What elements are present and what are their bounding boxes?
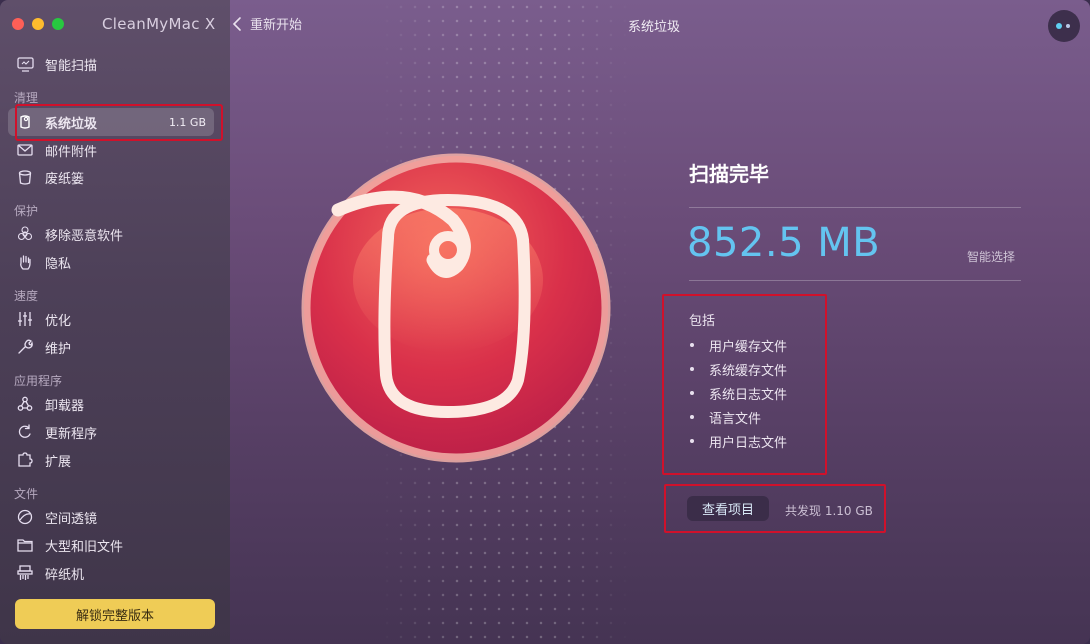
found-total: 共发现 1.10 GB: [785, 504, 873, 518]
section-label-files: 文件: [14, 487, 39, 501]
sidebar-item-label: 智能扫描: [45, 58, 98, 74]
divider: [689, 280, 1021, 281]
update-icon: [16, 423, 34, 441]
sidebar-item-label: 卸载器: [45, 398, 85, 414]
mail-icon: [16, 141, 34, 159]
list-item: 语言文件: [689, 405, 787, 429]
main-panel: 重新开始 系统垃圾 扫描完毕 852.5 MB 智能选择 包括 用户缓存文件 系…: [230, 0, 1090, 644]
list-item: 用户日志文件: [689, 429, 787, 453]
folder-icon: [16, 536, 34, 554]
biohazard-icon: [16, 225, 34, 243]
unlock-full-version-button[interactable]: 解锁完整版本: [15, 599, 215, 629]
review-details-button[interactable]: 查看项目: [687, 496, 769, 521]
bullet: [690, 415, 694, 419]
sidebar-item-label: 优化: [45, 313, 72, 329]
sidebar-item-smart-scan[interactable]: 智能扫描: [8, 50, 214, 78]
sidebar-item-label: 更新程序: [45, 426, 98, 442]
zoom-window-button[interactable]: [52, 18, 64, 30]
list-item-label: 用户日志文件: [709, 435, 788, 451]
sidebar-item-shredder[interactable]: 碎纸机: [8, 559, 214, 587]
chevron-left-icon: [232, 16, 241, 31]
lens-icon: [16, 508, 34, 526]
hand-icon: [16, 253, 34, 271]
sidebar-item-uninstaller[interactable]: 卸载器: [8, 390, 214, 418]
sidebar: CleanMyMac X 智能扫描 清理 系统垃圾 1.1 GB 邮件附件 废纸…: [0, 0, 230, 644]
minimize-window-button[interactable]: [32, 18, 44, 30]
app-title: CleanMyMac X: [102, 15, 216, 33]
list-item-label: 系统缓存文件: [709, 363, 788, 379]
shredder-icon: [16, 564, 34, 582]
sidebar-item-label: 空间透镜: [45, 511, 98, 527]
system-junk-logo: [301, 153, 611, 463]
assistant-button[interactable]: [1048, 10, 1080, 42]
sidebar-item-malware-removal[interactable]: 移除恶意软件: [8, 220, 214, 248]
bullet: [690, 439, 694, 443]
sidebar-item-label: 大型和旧文件: [45, 539, 124, 555]
sidebar-item-optimization[interactable]: 优化: [8, 305, 214, 333]
highlight-box-system-junk: [15, 104, 223, 141]
sidebar-item-privacy[interactable]: 隐私: [8, 248, 214, 276]
divider: [689, 207, 1021, 208]
includes-list: 用户缓存文件 系统缓存文件 系统日志文件 语言文件 用户日志文件: [689, 333, 787, 453]
bullet: [690, 343, 694, 347]
sidebar-item-maintenance[interactable]: 维护: [8, 333, 214, 361]
list-item-label: 用户缓存文件: [709, 339, 788, 355]
sidebar-item-label: 扩展: [45, 454, 72, 470]
sliders-icon: [16, 310, 34, 328]
list-item: 系统日志文件: [689, 381, 787, 405]
sidebar-item-label: 维护: [45, 341, 72, 357]
section-label-speed: 速度: [14, 289, 39, 303]
back-button-label: 重新开始: [250, 18, 303, 33]
puzzle-icon: [16, 451, 34, 469]
junk-size: 852.5 MB: [687, 220, 881, 266]
sidebar-item-extensions[interactable]: 扩展: [8, 446, 214, 474]
section-label-protection: 保护: [14, 204, 39, 218]
smart-select-link[interactable]: 智能选择: [967, 248, 1015, 265]
back-button[interactable]: 重新开始: [230, 14, 302, 33]
bin-icon: [16, 168, 34, 186]
list-item: 系统缓存文件: [689, 357, 787, 381]
sidebar-item-label: 邮件附件: [45, 144, 98, 160]
bullet: [690, 367, 694, 371]
sidebar-item-label: 碎纸机: [45, 567, 85, 583]
sidebar-item-label: 隐私: [45, 256, 72, 272]
assistant-icon: [1056, 23, 1070, 29]
sidebar-item-label: 废纸篓: [45, 171, 85, 187]
sidebar-item-large-old-files[interactable]: 大型和旧文件: [8, 531, 214, 559]
section-label-applications: 应用程序: [14, 374, 63, 388]
includes-label: 包括: [689, 314, 716, 329]
wrench-icon: [16, 338, 34, 356]
uninstaller-icon: [16, 395, 34, 413]
list-item-label: 语言文件: [709, 411, 762, 427]
sidebar-item-trash[interactable]: 废纸篓: [8, 163, 214, 191]
close-window-button[interactable]: [12, 18, 24, 30]
sidebar-item-space-lens[interactable]: 空间透镜: [8, 503, 214, 531]
page-title: 系统垃圾: [628, 20, 681, 35]
sidebar-item-updater[interactable]: 更新程序: [8, 418, 214, 446]
list-item: 用户缓存文件: [689, 333, 787, 357]
app-window: CleanMyMac X 智能扫描 清理 系统垃圾 1.1 GB 邮件附件 废纸…: [0, 0, 1090, 644]
bullet: [690, 391, 694, 395]
sidebar-item-label: 移除恶意软件: [45, 228, 124, 244]
scan-complete-heading: 扫描完毕: [689, 162, 769, 186]
list-item-label: 系统日志文件: [709, 387, 788, 403]
monitor-icon: [16, 55, 34, 73]
